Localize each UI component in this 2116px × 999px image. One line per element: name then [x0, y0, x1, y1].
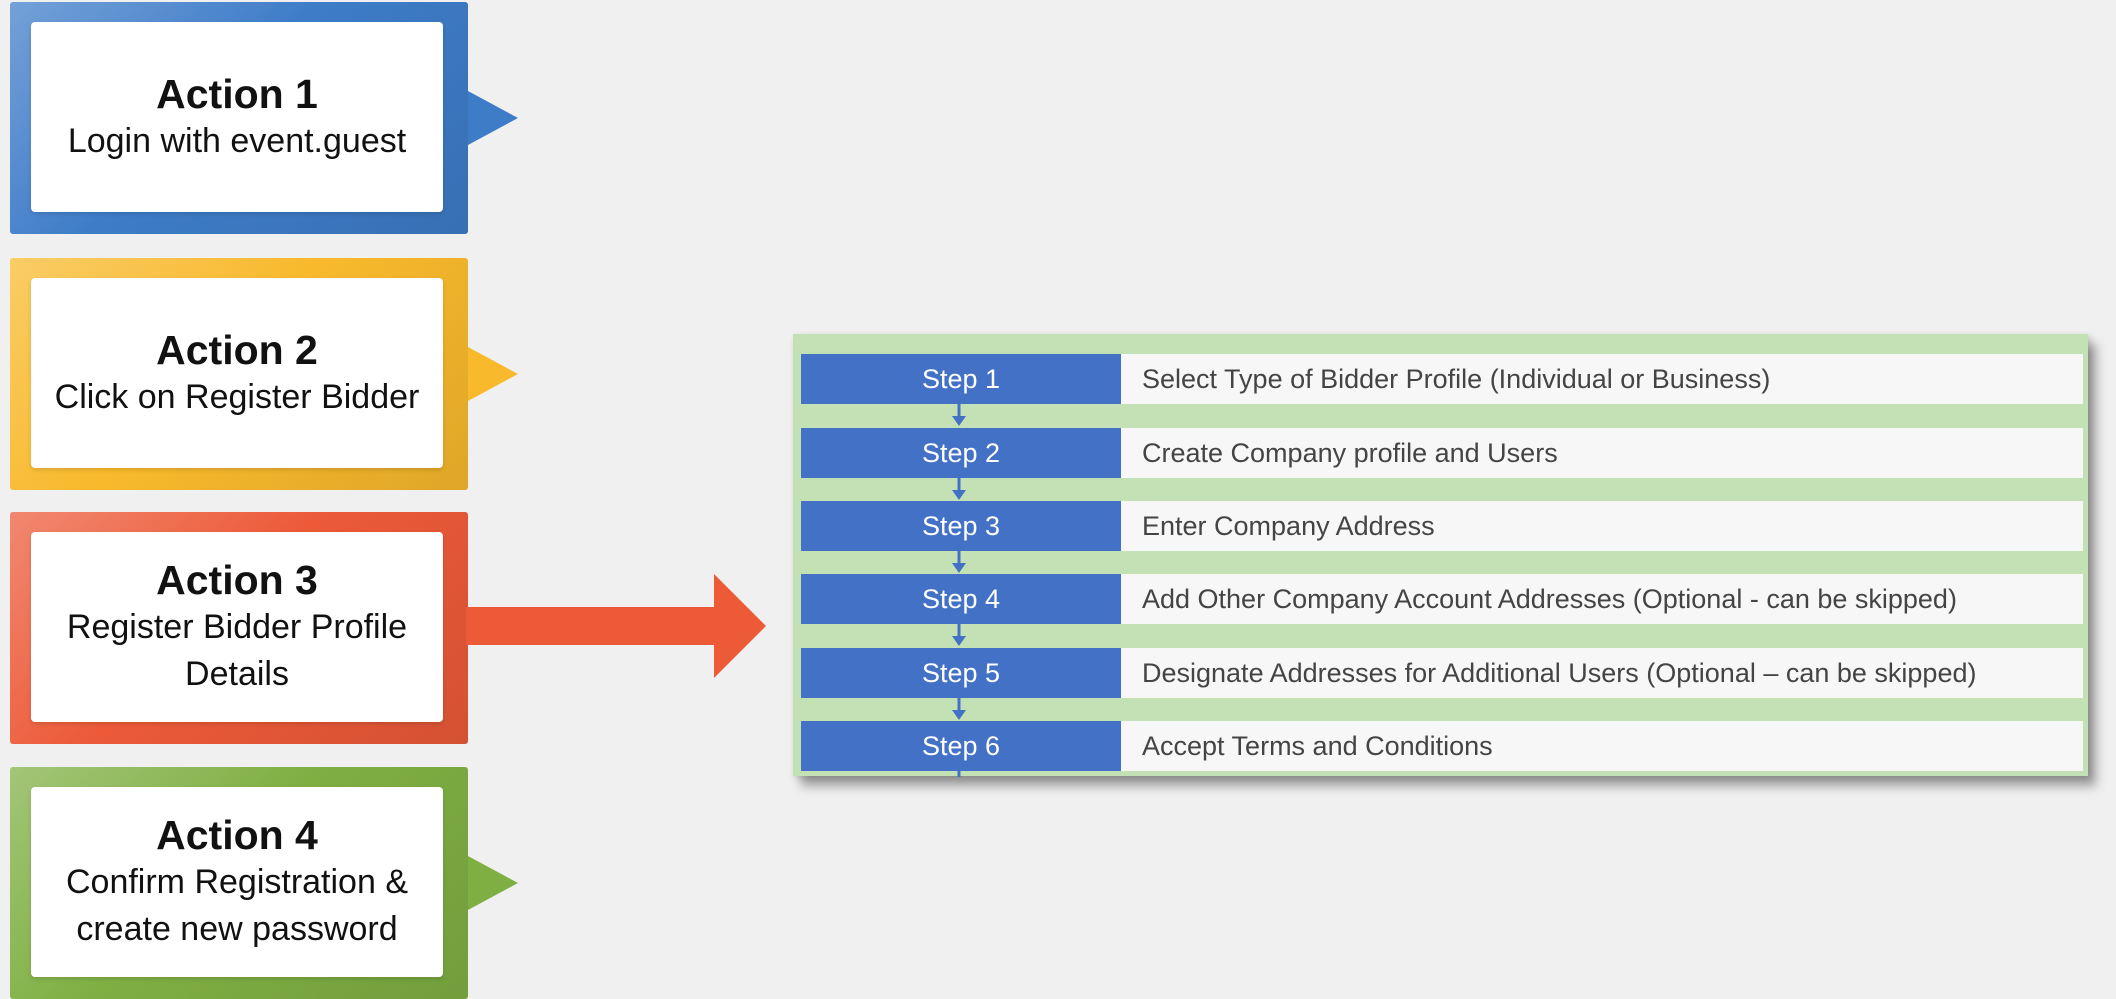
action-1-description: Login with event.guest [67, 121, 407, 160]
step-5-to-6-connector-arrow [952, 698, 966, 720]
action-2-description: Click on Register Bidder [54, 377, 420, 416]
step-1-text: Select Type of Bidder Profile (Individua… [1121, 354, 2083, 404]
action-2-pointer [468, 347, 518, 401]
action-3-title: Action 3 [156, 557, 318, 603]
action-2-title: Action 2 [156, 326, 318, 373]
action-3-card: Action 3 Register Bidder Profile Details [31, 532, 443, 722]
action-4-card: Action 4 Confirm Registration & create n… [31, 787, 443, 977]
action-1-card: Action 1 Login with event.guest [31, 22, 443, 212]
step-3-text: Enter Company Address [1121, 501, 2083, 551]
step-4-label: Step 4 [801, 574, 1121, 624]
action-4-box: Action 4 Confirm Registration & create n… [10, 767, 518, 999]
step-4-text: Add Other Company Account Addresses (Opt… [1121, 574, 2083, 624]
step-3-to-4-connector-arrow [952, 551, 966, 573]
action-3-description: Register Bidder Profile Details [66, 608, 408, 693]
step-1-to-2-connector-arrow [952, 404, 966, 426]
step-2-to-3-connector-arrow [952, 478, 966, 500]
step-2-label: Step 2 [801, 428, 1121, 478]
action-4-description: Confirm Registration & create new passwo… [65, 863, 408, 948]
action-4-pointer [468, 856, 518, 910]
action-1-pointer [468, 91, 518, 145]
step-3-label: Step 3 [801, 501, 1121, 551]
step-4-to-5-connector-arrow [952, 624, 966, 646]
action-3-to-steps-arrow [466, 574, 766, 678]
action-1-box: Action 1 Login with event.guest [10, 2, 518, 234]
step-row-5: Step 5 Designate Addresses for Additiona… [801, 648, 2083, 698]
action-1-title: Action 1 [156, 70, 318, 117]
steps-panel: Step 1 Select Type of Bidder Profile (In… [793, 334, 2088, 776]
step-row-2: Step 2 Create Company profile and Users [801, 428, 2083, 478]
step-row-4: Step 4 Add Other Company Account Address… [801, 574, 2083, 624]
step-row-1: Step 1 Select Type of Bidder Profile (In… [801, 354, 2083, 404]
action-4-title: Action 4 [156, 812, 318, 858]
step-1-label: Step 1 [801, 354, 1121, 404]
action-2-box: Action 2 Click on Register Bidder [10, 258, 518, 490]
step-5-label: Step 5 [801, 648, 1121, 698]
step-6-label: Step 6 [801, 721, 1121, 771]
step-5-text: Designate Addresses for Additional Users… [1121, 648, 2083, 698]
step-row-3: Step 3 Enter Company Address [801, 501, 2083, 551]
step-2-text: Create Company profile and Users [1121, 428, 2083, 478]
action-2-card: Action 2 Click on Register Bidder [31, 278, 443, 468]
action-3-box: Action 3 Register Bidder Profile Details [10, 512, 468, 744]
step-row-6: Step 6 Accept Terms and Conditions [801, 721, 2083, 771]
step-6-tail-connector [957, 771, 961, 777]
step-6-text: Accept Terms and Conditions [1121, 721, 2083, 771]
